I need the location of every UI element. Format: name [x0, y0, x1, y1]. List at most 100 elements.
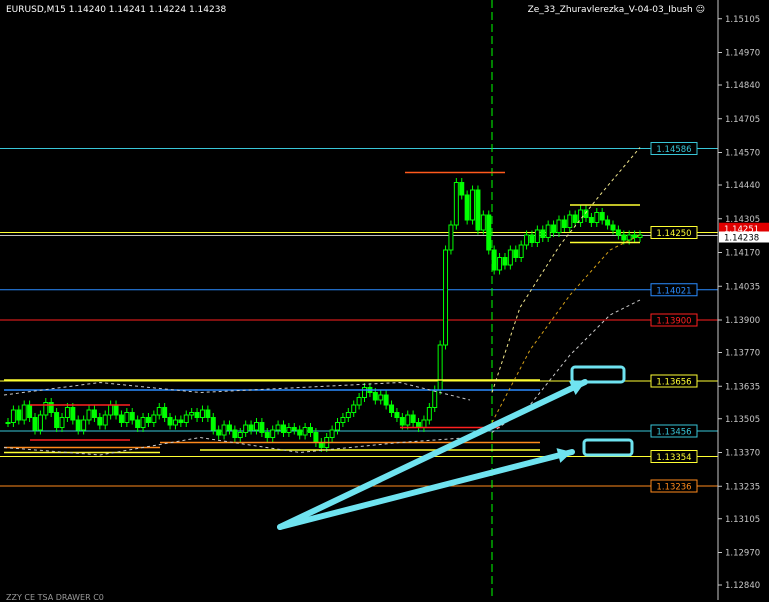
y-tick-label: 1.14840 — [725, 81, 760, 91]
candle-body — [448, 224, 454, 251]
candle-body — [86, 409, 92, 421]
candle-body — [513, 249, 519, 258]
y-tick-label: 1.12840 — [725, 581, 760, 591]
symbol-label: EURUSD,M15 — [6, 5, 66, 15]
candle-body — [502, 257, 508, 266]
middle-ma-curve — [491, 234, 641, 423]
highlight-box-lower — [582, 438, 634, 457]
candle-body — [16, 409, 22, 421]
candle-body — [194, 412, 200, 418]
price-chart[interactable]: 1.15105 1.14970 1.14840 1.14705 1.14570 1.144… — [0, 0, 769, 600]
candle-body — [216, 429, 222, 436]
highlight-box-upper — [570, 365, 626, 384]
candle-body — [351, 404, 357, 413]
candle-body — [329, 429, 335, 438]
candle-body — [556, 219, 562, 233]
candle-body — [340, 417, 346, 423]
candle-body — [545, 224, 551, 238]
price-level-label: 1.14021 — [656, 286, 691, 296]
current-price-label: 1.14238 — [724, 234, 759, 244]
price-level-label: 1.14586 — [656, 145, 691, 155]
candle-body — [464, 194, 470, 221]
candle-body — [561, 219, 567, 228]
candle-body — [81, 419, 87, 431]
y-tick-label: 1.14705 — [725, 115, 760, 125]
candle-body — [426, 407, 432, 421]
candle-body — [540, 229, 546, 238]
candle-body — [594, 212, 600, 223]
candle-body — [189, 412, 195, 416]
candle-body — [470, 189, 476, 221]
left-upper-curve — [3, 381, 471, 401]
candle-body — [48, 402, 54, 413]
candle-body — [280, 424, 286, 433]
candle-body — [416, 422, 422, 428]
price-level-label: 1.13236 — [656, 483, 691, 493]
price-level-label: 1.14250 — [656, 229, 691, 239]
candle-body — [248, 424, 254, 431]
candle-body — [534, 229, 540, 243]
price-level-label: 1.13656 — [656, 378, 691, 388]
candle-body — [621, 234, 627, 241]
candle-body — [551, 224, 557, 233]
candle-body — [286, 427, 292, 433]
y-tick-label: 1.13900 — [725, 316, 760, 326]
price-level-label: 1.13456 — [656, 428, 691, 438]
candle-body — [443, 249, 449, 346]
candle-body — [178, 419, 184, 423]
candle-body — [529, 234, 535, 243]
candle-body — [480, 214, 486, 231]
candle-body — [10, 409, 16, 423]
candle-body — [318, 442, 324, 448]
candle-body — [567, 214, 573, 228]
y-tick-label: 1.13635 — [725, 382, 760, 392]
candle-body — [221, 424, 227, 436]
candle-body — [167, 417, 173, 426]
candle-body — [378, 394, 384, 401]
candle-body — [232, 429, 238, 438]
candle-body — [32, 417, 38, 431]
candle-body — [583, 209, 589, 218]
annotation-arrow-lower — [277, 449, 575, 530]
candle-body — [432, 389, 438, 408]
smiley-face-icon[interactable]: ☺ — [696, 5, 705, 15]
candle-body — [372, 392, 378, 401]
candle-body — [302, 427, 308, 436]
candle-body — [405, 414, 411, 426]
candle-body — [632, 234, 638, 238]
candle-body — [615, 229, 621, 236]
candle-body — [524, 234, 530, 246]
candle-body — [102, 414, 108, 426]
y-tick-label: 1.14035 — [725, 282, 760, 292]
y-tick-label: 1.13505 — [725, 415, 760, 425]
candle-body — [156, 407, 162, 416]
upper-envelope-curve — [491, 147, 641, 393]
candle-body — [599, 212, 605, 221]
candle-body — [394, 412, 400, 418]
candle-body — [64, 407, 70, 418]
y-tick-label: 1.13235 — [725, 482, 760, 492]
candle-body — [253, 422, 259, 431]
candle-body — [475, 189, 481, 231]
candle-body — [307, 427, 313, 433]
candle-body — [389, 404, 395, 413]
candle-body — [135, 419, 141, 428]
expert-name: Ze_33_Zhuravlerezka_V-04-03_Ibush — [527, 5, 693, 15]
candle-body — [5, 422, 11, 424]
candle-body — [572, 214, 578, 223]
candle-body — [124, 412, 130, 423]
candle-body — [486, 214, 492, 251]
candle-body — [140, 417, 146, 428]
candle-body — [97, 417, 103, 426]
indicator-note: ZZY CE TSA DRAWER C0 — [6, 593, 104, 602]
candle-body — [491, 249, 497, 271]
candle-body — [518, 244, 524, 258]
candle-body — [270, 429, 276, 438]
candle-body — [610, 224, 616, 231]
candle-body — [108, 404, 114, 416]
candle-body — [21, 404, 27, 421]
candle-body — [383, 394, 389, 406]
y-tick-label: 1.14570 — [725, 149, 760, 159]
candle-body — [226, 424, 232, 431]
candle-body — [313, 432, 319, 443]
